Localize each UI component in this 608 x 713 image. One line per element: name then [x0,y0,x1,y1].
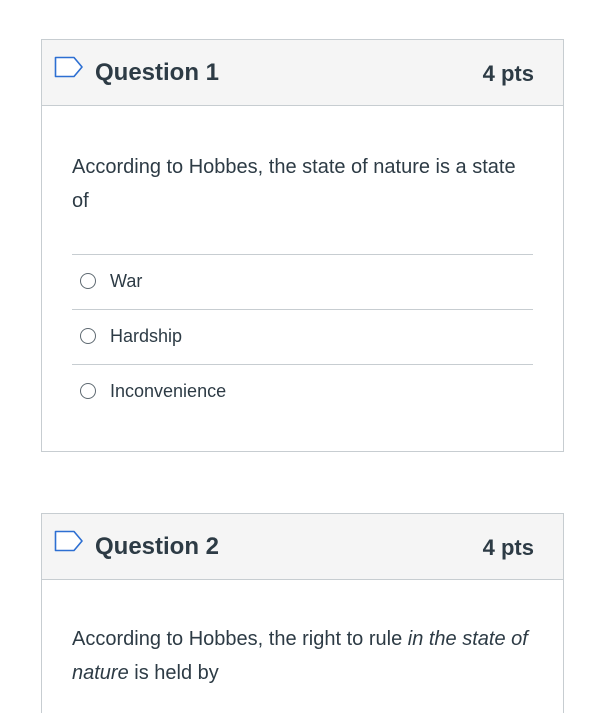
answer-label: Hardship [110,326,183,346]
answer-option-war[interactable]: War [72,254,533,309]
answer-option-inconvenience[interactable]: Inconvenience [72,364,533,419]
question-1-points: 4 pts [482,61,534,86]
question-1-header: Question 1 4 pts [42,40,563,106]
question-2-header: Question 2 4 pts [42,514,563,580]
question-1-card: Question 1 4 pts According to Hobbes, th… [41,39,564,452]
question-2-card: Question 2 4 pts According to Hobbes, th… [41,513,564,713]
flag-question-icon[interactable] [54,530,84,552]
flag-question-icon[interactable] [54,56,84,78]
question-2-text-part: is held by [128,662,219,684]
question-2-text: According to Hobbes, the right to rule i… [72,622,533,690]
question-2-points: 4 pts [482,535,534,560]
question-1-title: Question 1 [95,59,220,86]
answer-label: War [110,271,143,291]
answer-label: Inconvenience [110,381,227,401]
answer-option-hardship[interactable]: Hardship [72,309,533,364]
radio-button[interactable] [80,383,96,399]
question-2-title: Question 2 [95,533,220,560]
question-2-text-part: According to Hobbes, the right to rule [72,628,408,650]
question-1-text: According to Hobbes, the state of nature… [72,156,516,212]
radio-button[interactable] [80,328,96,344]
question-1-answers: War Hardship Inconvenience [72,254,533,419]
radio-button[interactable] [80,273,96,289]
